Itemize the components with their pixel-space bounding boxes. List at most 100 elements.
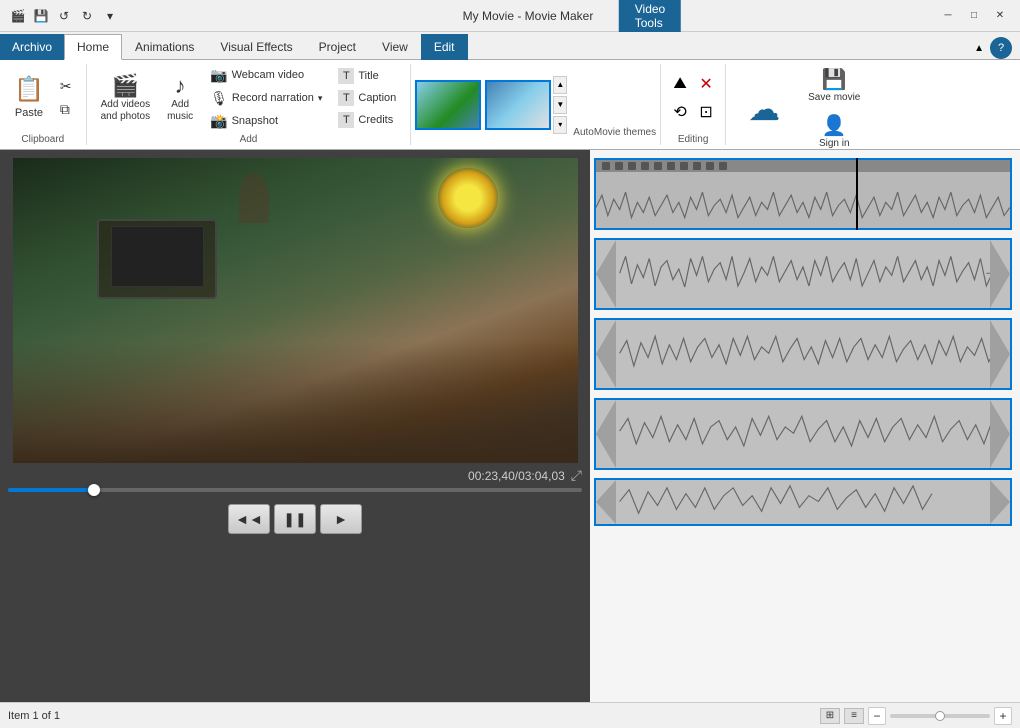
undo-qat-button[interactable]: ↺ bbox=[54, 6, 74, 26]
rewind-button[interactable]: ◄◄ bbox=[228, 504, 270, 534]
tab-bar: Archivo Home Animations Visual Effects P… bbox=[0, 32, 1020, 60]
tab-visual-effects[interactable]: Visual Effects bbox=[207, 34, 305, 60]
clip-row-3 bbox=[594, 318, 1012, 390]
maximize-button[interactable]: □ bbox=[962, 6, 986, 26]
waveform-svg-4 bbox=[596, 410, 1010, 458]
time-display: 00:23,40/03:04,03 ⤢ bbox=[468, 467, 582, 484]
status-bar-right: ⊞ ≡ − + bbox=[820, 707, 1012, 725]
zoom-out-button[interactable]: − bbox=[868, 707, 886, 725]
play-button[interactable]: ► bbox=[320, 504, 362, 534]
add-videos-button[interactable]: 🎬 Add videos and photos bbox=[95, 69, 157, 127]
editing-icons-col: ⛰ ✕ ⟲ ⊡ bbox=[669, 73, 717, 123]
minimize-button[interactable]: ─ bbox=[936, 6, 960, 26]
copy-icon: ⧉ bbox=[60, 101, 70, 118]
rotate-left-icon[interactable]: ⟲ bbox=[669, 101, 691, 123]
main-content: 00:23,40/03:04,03 ⤢ ◄◄ ❚❚ ► bbox=[0, 150, 1020, 702]
theme-thumbnails bbox=[415, 80, 551, 130]
help-button[interactable]: ? bbox=[990, 37, 1012, 59]
cut-button[interactable]: ✂ bbox=[54, 76, 78, 97]
add-secondary-col: 📷 Webcam video 🎙 Record narration ▾ 📸 Sn… bbox=[204, 65, 328, 132]
playhead bbox=[856, 158, 858, 230]
redo-qat-button[interactable]: ↻ bbox=[77, 6, 97, 26]
waveform-svg-1 bbox=[596, 187, 1010, 228]
tab-view[interactable]: View bbox=[369, 34, 421, 60]
theme-thumb-1[interactable] bbox=[415, 80, 481, 130]
view-toggle-2[interactable]: ≡ bbox=[844, 708, 864, 724]
theme-thumb-2[interactable] bbox=[485, 80, 551, 130]
copy-button[interactable]: ⧉ bbox=[54, 99, 78, 120]
record-narration-dropdown[interactable]: ▾ bbox=[318, 93, 323, 104]
delete-icon[interactable]: ✕ bbox=[695, 73, 717, 95]
scrubber-handle[interactable] bbox=[88, 484, 100, 496]
cloud-icon: ☁ bbox=[748, 90, 780, 128]
tab-animations[interactable]: Animations bbox=[122, 34, 207, 60]
automovie-themes-group: ▲ ▼ ▾ AutoMovie themes bbox=[411, 64, 661, 145]
snapshot-icon: 📸 bbox=[210, 113, 227, 130]
ribbon-collapse-button[interactable]: ▲ bbox=[972, 41, 986, 56]
add-music-button[interactable]: ♪ Add music bbox=[160, 69, 200, 127]
trim-icon[interactable]: ⛰ bbox=[669, 73, 691, 95]
credits-button[interactable]: T Credits bbox=[332, 110, 402, 130]
scrubber[interactable] bbox=[8, 488, 582, 492]
zoom-slider[interactable] bbox=[890, 714, 990, 718]
title-bar: 🎬 💾 ↺ ↻ ▾ My Movie - Movie Maker Video T… bbox=[0, 0, 1020, 32]
tab-project[interactable]: Project bbox=[306, 34, 369, 60]
tab-home[interactable]: Home bbox=[64, 34, 122, 60]
tab-bar-right: ▲ ? bbox=[972, 37, 1016, 59]
app-icon: 🎬 bbox=[8, 6, 28, 26]
time-value: 00:23,40/03:04,03 bbox=[468, 469, 565, 483]
microphone-icon: 🎙 bbox=[210, 90, 228, 107]
theme-scroll-up-button[interactable]: ▲ bbox=[553, 76, 567, 94]
film-strip-top bbox=[596, 160, 1010, 172]
theme-thumb-2-preview bbox=[487, 82, 549, 128]
scissors-icon: ✂ bbox=[60, 78, 72, 95]
credits-icon: T bbox=[338, 112, 354, 128]
tv-element bbox=[97, 219, 217, 299]
preview-area: 00:23,40/03:04,03 ⤢ ◄◄ ❚❚ ► bbox=[0, 150, 590, 702]
automovie-themes-label: AutoMovie themes bbox=[573, 127, 656, 138]
zoom-in-button[interactable]: + bbox=[994, 707, 1012, 725]
window-title: My Movie - Movie Maker bbox=[120, 9, 936, 23]
video-shadow bbox=[13, 341, 578, 463]
share-secondary: 💾 Save movie 👤 Sign in bbox=[802, 64, 866, 154]
sign-in-button[interactable]: 👤 Sign in bbox=[813, 110, 856, 154]
status-bar: Item 1 of 1 ⊞ ≡ − + bbox=[0, 702, 1020, 728]
view-toggle-1[interactable]: ⊞ bbox=[820, 708, 840, 724]
clip-item-2[interactable] bbox=[594, 238, 1012, 310]
clip-row-5 bbox=[594, 478, 1012, 526]
pause-button[interactable]: ❚❚ bbox=[274, 504, 316, 534]
tab-archivo[interactable]: Archivo bbox=[0, 34, 64, 60]
clipboard-secondary: ✂ ⧉ bbox=[54, 76, 78, 120]
clip-item-1[interactable] bbox=[594, 158, 1012, 230]
save-movie-button[interactable]: 💾 Save movie bbox=[802, 64, 866, 108]
expand-button[interactable]: ⤢ bbox=[571, 467, 582, 484]
clip-item-4[interactable] bbox=[594, 398, 1012, 470]
clip-item-5[interactable] bbox=[594, 478, 1012, 526]
snapshot-button[interactable]: 📸 Snapshot bbox=[204, 111, 328, 132]
crop-icon[interactable]: ⊡ bbox=[695, 101, 717, 123]
clipboard-group: 📋 Paste ✂ ⧉ Clipboard bbox=[0, 64, 87, 145]
qat-dropdown-button[interactable]: ▾ bbox=[100, 6, 120, 26]
zoom-slider-handle[interactable] bbox=[935, 711, 945, 721]
clip-row-4 bbox=[594, 398, 1012, 470]
caption-button[interactable]: T Caption bbox=[332, 88, 402, 108]
title-button[interactable]: T Title bbox=[332, 66, 402, 86]
theme-scroll-more-button[interactable]: ▼ bbox=[553, 96, 567, 114]
waveform-svg-5 bbox=[596, 480, 1010, 524]
onedrive-button[interactable]: ☁ bbox=[734, 74, 794, 144]
add-music-icon: ♪ bbox=[175, 73, 186, 99]
save-qat-button[interactable]: 💾 bbox=[31, 6, 51, 26]
editing-row-2: ⟲ ⊡ bbox=[669, 101, 717, 123]
close-button[interactable]: ✕ bbox=[988, 6, 1012, 26]
waveform-svg-3 bbox=[596, 330, 1010, 378]
paste-button[interactable]: 📋 Paste bbox=[8, 72, 50, 124]
video-tools-tab-label: Video Tools bbox=[619, 0, 681, 32]
webcam-video-button[interactable]: 📷 Webcam video bbox=[204, 65, 328, 86]
clip-row-1 bbox=[594, 158, 1012, 230]
tab-edit[interactable]: Edit bbox=[421, 34, 468, 60]
timeline-scroll[interactable] bbox=[590, 150, 1020, 702]
record-narration-button[interactable]: 🎙 Record narration ▾ bbox=[204, 88, 328, 109]
theme-scroll-down-button[interactable]: ▾ bbox=[553, 116, 567, 134]
clip-item-3[interactable] bbox=[594, 318, 1012, 390]
paste-icon: 📋 bbox=[14, 76, 44, 105]
